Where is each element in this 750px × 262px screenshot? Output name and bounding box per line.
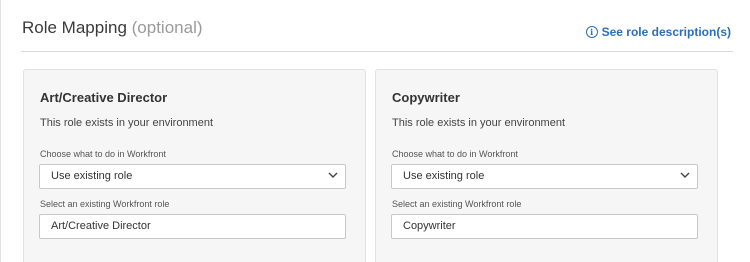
chevron-down-icon <box>328 172 338 178</box>
action-field-label: Choose what to do in Workfront <box>40 149 166 159</box>
chevron-down-icon <box>680 172 690 178</box>
action-select[interactable]: Use existing role <box>39 164 346 189</box>
existing-role-value: Art/Creative Director <box>51 220 151 232</box>
section-title: Role Mapping (optional) <box>22 18 203 38</box>
role-status-text: This role exists in your environment <box>392 117 566 129</box>
see-role-descriptions-link[interactable]: i See role description(s) <box>585 25 731 39</box>
existing-role-value: Copywriter <box>403 220 456 232</box>
action-select[interactable]: Use existing role <box>391 164 698 189</box>
section-header: Role Mapping (optional) i See role descr… <box>21 0 733 52</box>
info-icon: i <box>585 26 598 38</box>
role-mapping-panel: Role Mapping (optional) i See role descr… <box>0 0 750 262</box>
role-name: Art/Creative Director <box>40 90 168 105</box>
role-card-copywriter: Copywriter This role exists in your envi… <box>375 69 718 262</box>
existing-role-input[interactable]: Art/Creative Director <box>39 214 346 239</box>
action-select-value: Use existing role <box>51 170 133 182</box>
optional-label: (optional) <box>131 18 203 37</box>
role-name: Copywriter <box>392 90 460 105</box>
existing-role-field-label: Select an existing Workfront role <box>392 199 522 209</box>
role-card-art-creative-director: Art/Creative Director This role exists i… <box>23 69 366 262</box>
section-title-text: Role Mapping <box>22 18 127 37</box>
existing-role-field-label: Select an existing Workfront role <box>40 199 170 209</box>
action-field-label: Choose what to do in Workfront <box>392 149 518 159</box>
action-select-value: Use existing role <box>403 170 485 182</box>
existing-role-input[interactable]: Copywriter <box>391 214 698 239</box>
role-status-text: This role exists in your environment <box>40 117 214 129</box>
see-role-descriptions-label: See role description(s) <box>601 25 731 39</box>
